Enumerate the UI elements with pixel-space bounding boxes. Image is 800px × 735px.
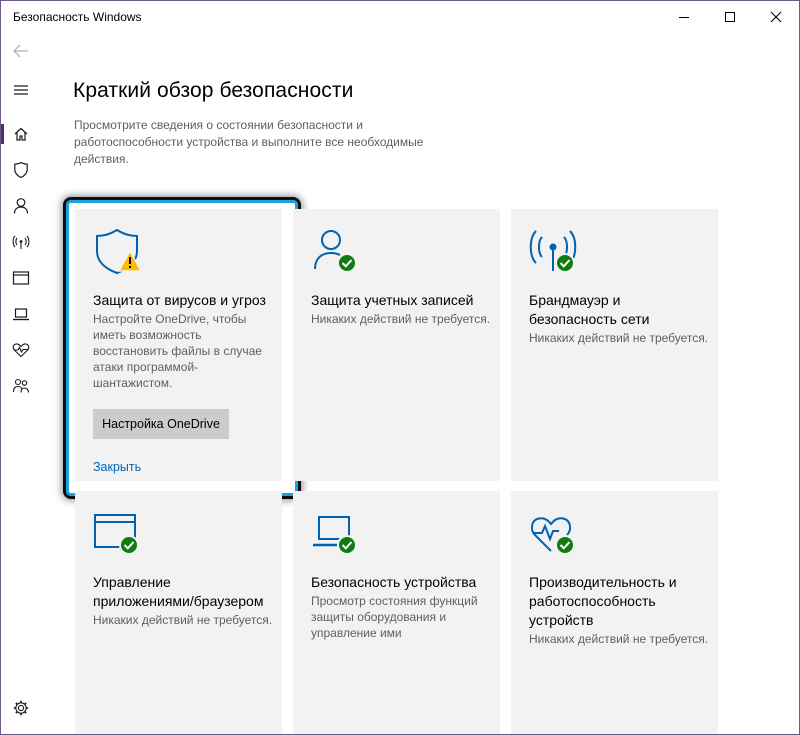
sidebar-item-family[interactable] — [1, 368, 41, 404]
tile-title: Безопасность устройства — [311, 574, 477, 590]
hamburger-menu-icon — [14, 85, 28, 95]
heart-check-icon — [530, 517, 575, 555]
sidebar-item-firewall[interactable] — [1, 224, 41, 260]
tile-title: Брандмауэр и безопасность сети — [529, 292, 650, 327]
main-content: Краткий обзор безопасности Просмотрите с… — [41, 33, 799, 734]
page-description: Просмотрите сведения о состоянии безопас… — [74, 118, 424, 166]
tile-title: Производительность и работоспособность у… — [529, 574, 677, 628]
tile-account-protection[interactable]: Защита учетных записей Никаких действий … — [293, 209, 500, 481]
wifi-check-icon — [529, 230, 577, 273]
wifi-signal-icon — [12, 235, 30, 249]
back-arrow-icon — [13, 44, 28, 58]
maximize-button[interactable] — [707, 1, 753, 33]
tile-firewall[interactable]: Брандмауэр и безопасность сети Никаких д… — [511, 209, 718, 481]
family-icon — [12, 378, 30, 393]
window-title: Безопасность Windows — [13, 10, 142, 24]
laptop-check-icon — [313, 516, 357, 555]
maximize-icon — [725, 12, 735, 22]
back-button[interactable] — [1, 33, 41, 69]
navigation-sidebar — [1, 33, 41, 734]
sidebar-item-device-security[interactable] — [1, 296, 41, 332]
title-bar: Безопасность Windows — [1, 1, 799, 33]
windows-security-window: Безопасность Windows Краткий обзор безоп… — [0, 0, 800, 735]
sidebar-item-virus-protection[interactable] — [1, 152, 41, 188]
tile-subtitle: Никаких действий не требуется. — [529, 632, 709, 646]
highlight-frame — [66, 200, 298, 496]
sidebar-item-home[interactable] — [1, 116, 41, 152]
close-icon — [770, 11, 782, 23]
tile-subtitle: Никаких действий не требуется. — [529, 331, 709, 345]
tile-device-health[interactable]: Производительность и работоспособность у… — [511, 491, 718, 734]
minimize-button[interactable] — [661, 1, 707, 33]
browser-window-icon — [12, 271, 30, 285]
laptop-icon — [13, 308, 29, 321]
sidebar-item-account[interactable] — [1, 188, 41, 224]
tile-title: Защита учетных записей — [311, 292, 474, 308]
tile-app-browser[interactable]: Управление приложениями/браузером Никаки… — [75, 491, 282, 734]
settings-button[interactable] — [1, 690, 41, 726]
tile-subtitle: Никаких действий не требуется. — [311, 312, 491, 326]
person-check-icon — [314, 230, 357, 273]
page-title: Краткий обзор безопасности — [73, 79, 354, 102]
browser-check-icon — [94, 514, 139, 555]
tile-subtitle: Никаких действий не требуется. — [93, 613, 273, 627]
minimize-icon — [679, 17, 689, 18]
heart-pulse-icon — [12, 343, 30, 358]
person-icon — [13, 198, 29, 214]
gear-icon — [13, 700, 29, 716]
tile-device-security[interactable]: Безопасность устройства Просмотр состоян… — [293, 491, 500, 734]
sidebar-item-app-browser[interactable] — [1, 260, 41, 296]
sidebar-item-device-health[interactable] — [1, 332, 41, 368]
tile-title: Управление приложениями/браузером — [93, 574, 264, 609]
menu-button[interactable] — [1, 72, 41, 108]
tile-subtitle: Просмотр состояния функций защиты оборуд… — [311, 594, 478, 640]
close-button[interactable] — [753, 1, 799, 33]
home-icon — [14, 127, 28, 141]
shield-icon — [14, 161, 28, 179]
